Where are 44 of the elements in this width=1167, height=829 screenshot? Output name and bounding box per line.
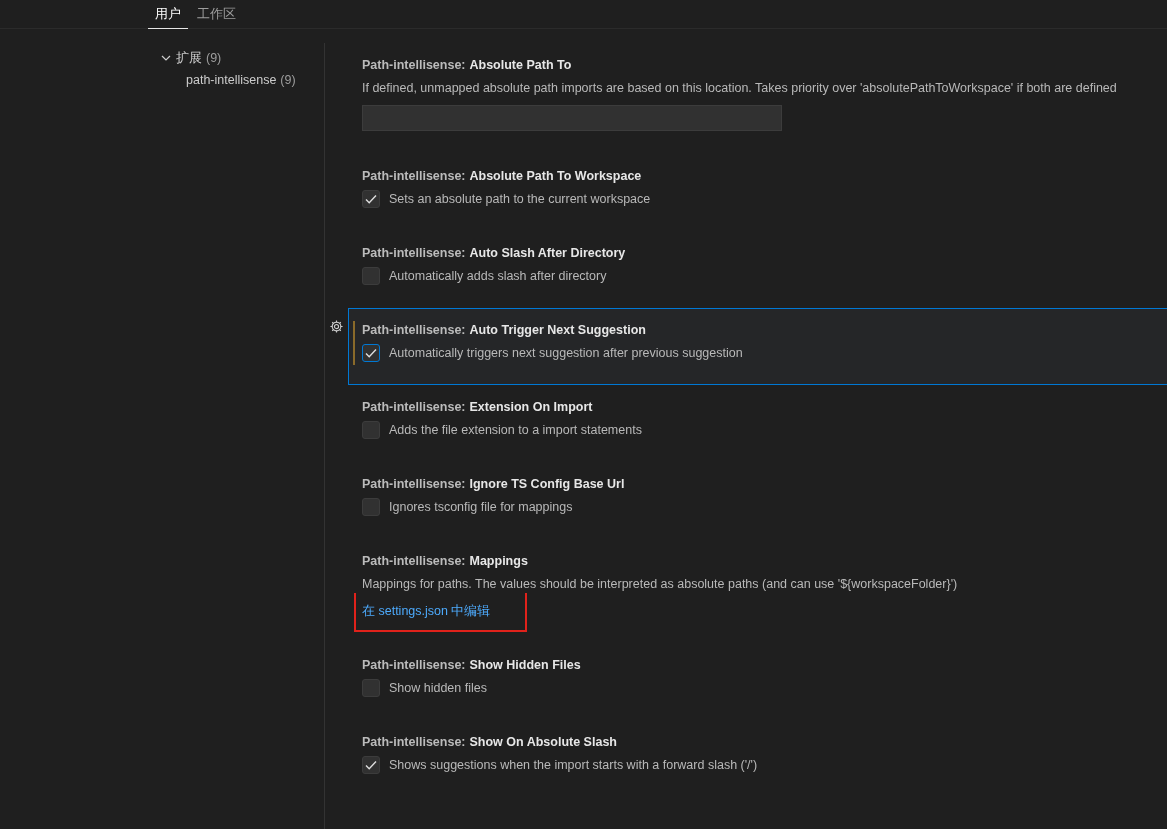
setting-category: Path-intellisense:	[362, 476, 466, 493]
setting-description: Automatically triggers next suggestion after previous suggestion	[389, 346, 743, 360]
setting-name: Auto Trigger Next Suggestion	[469, 322, 646, 339]
setting-name: Auto Slash After Directory	[469, 245, 626, 262]
checkbox[interactable]	[362, 498, 380, 516]
setting-category: Path-intellisense:	[362, 245, 466, 262]
setting-name: Extension On Import	[469, 399, 593, 416]
checkbox[interactable]	[362, 190, 380, 208]
setting-description: Ignores tsconfig file for mappings	[389, 500, 573, 514]
setting-name: Ignore TS Config Base Url	[469, 476, 625, 493]
edit-in-settings-json-link[interactable]: 在 settings.json 中编辑	[362, 603, 491, 620]
setting-description: If defined, unmapped absolute path imports are based on this location. Takes priority over 'absolutePathToWorkspace' if both are defined	[362, 80, 1118, 97]
setting-name: Absolute Path To	[469, 57, 572, 74]
checkbox[interactable]	[362, 344, 380, 362]
settings-icon[interactable]	[329, 319, 344, 334]
checkmark-icon	[364, 346, 378, 360]
setting-description: Show hidden files	[389, 681, 487, 695]
setting-description: Automatically adds slash after directory	[389, 269, 607, 283]
tree-item[interactable]: path-intellisense (9)	[148, 69, 324, 91]
setting-description: Sets an absolute path to the current workspace	[389, 192, 651, 206]
setting-name: Show Hidden Files	[469, 657, 581, 674]
settings-tab[interactable]: 工作区	[190, 0, 243, 29]
checkmark-icon	[364, 192, 378, 206]
checkbox[interactable]	[362, 421, 380, 439]
checkmark-icon	[364, 758, 378, 772]
input-field[interactable]	[362, 105, 782, 131]
setting-description: Adds the file extension to a import statements	[389, 423, 642, 437]
settings-tab[interactable]: 用户	[148, 0, 188, 29]
tree-item[interactable]: 扩展 (9)	[148, 47, 324, 69]
setting-name: Absolute Path To Workspace	[469, 168, 642, 185]
setting-description: Shows suggestions when the import starts with a forward slash ('/')	[389, 758, 758, 772]
setting-name: Show On Absolute Slash	[469, 734, 617, 751]
checkbox[interactable]	[362, 679, 380, 697]
setting-name: Mappings	[469, 553, 528, 570]
setting-category: Path-intellisense:	[362, 322, 466, 339]
setting-category: Path-intellisense:	[362, 399, 466, 416]
checkbox[interactable]	[362, 756, 380, 774]
setting-description: Mappings for paths. The values should be interpreted as absolute paths (and can use '${workspaceFolder}')	[362, 576, 959, 593]
checkbox[interactable]	[362, 267, 380, 285]
setting-category: Path-intellisense:	[362, 168, 466, 185]
setting-category: Path-intellisense:	[362, 57, 466, 74]
setting-category: Path-intellisense:	[362, 657, 466, 674]
setting-category: Path-intellisense:	[362, 734, 466, 751]
setting-category: Path-intellisense:	[362, 553, 466, 570]
